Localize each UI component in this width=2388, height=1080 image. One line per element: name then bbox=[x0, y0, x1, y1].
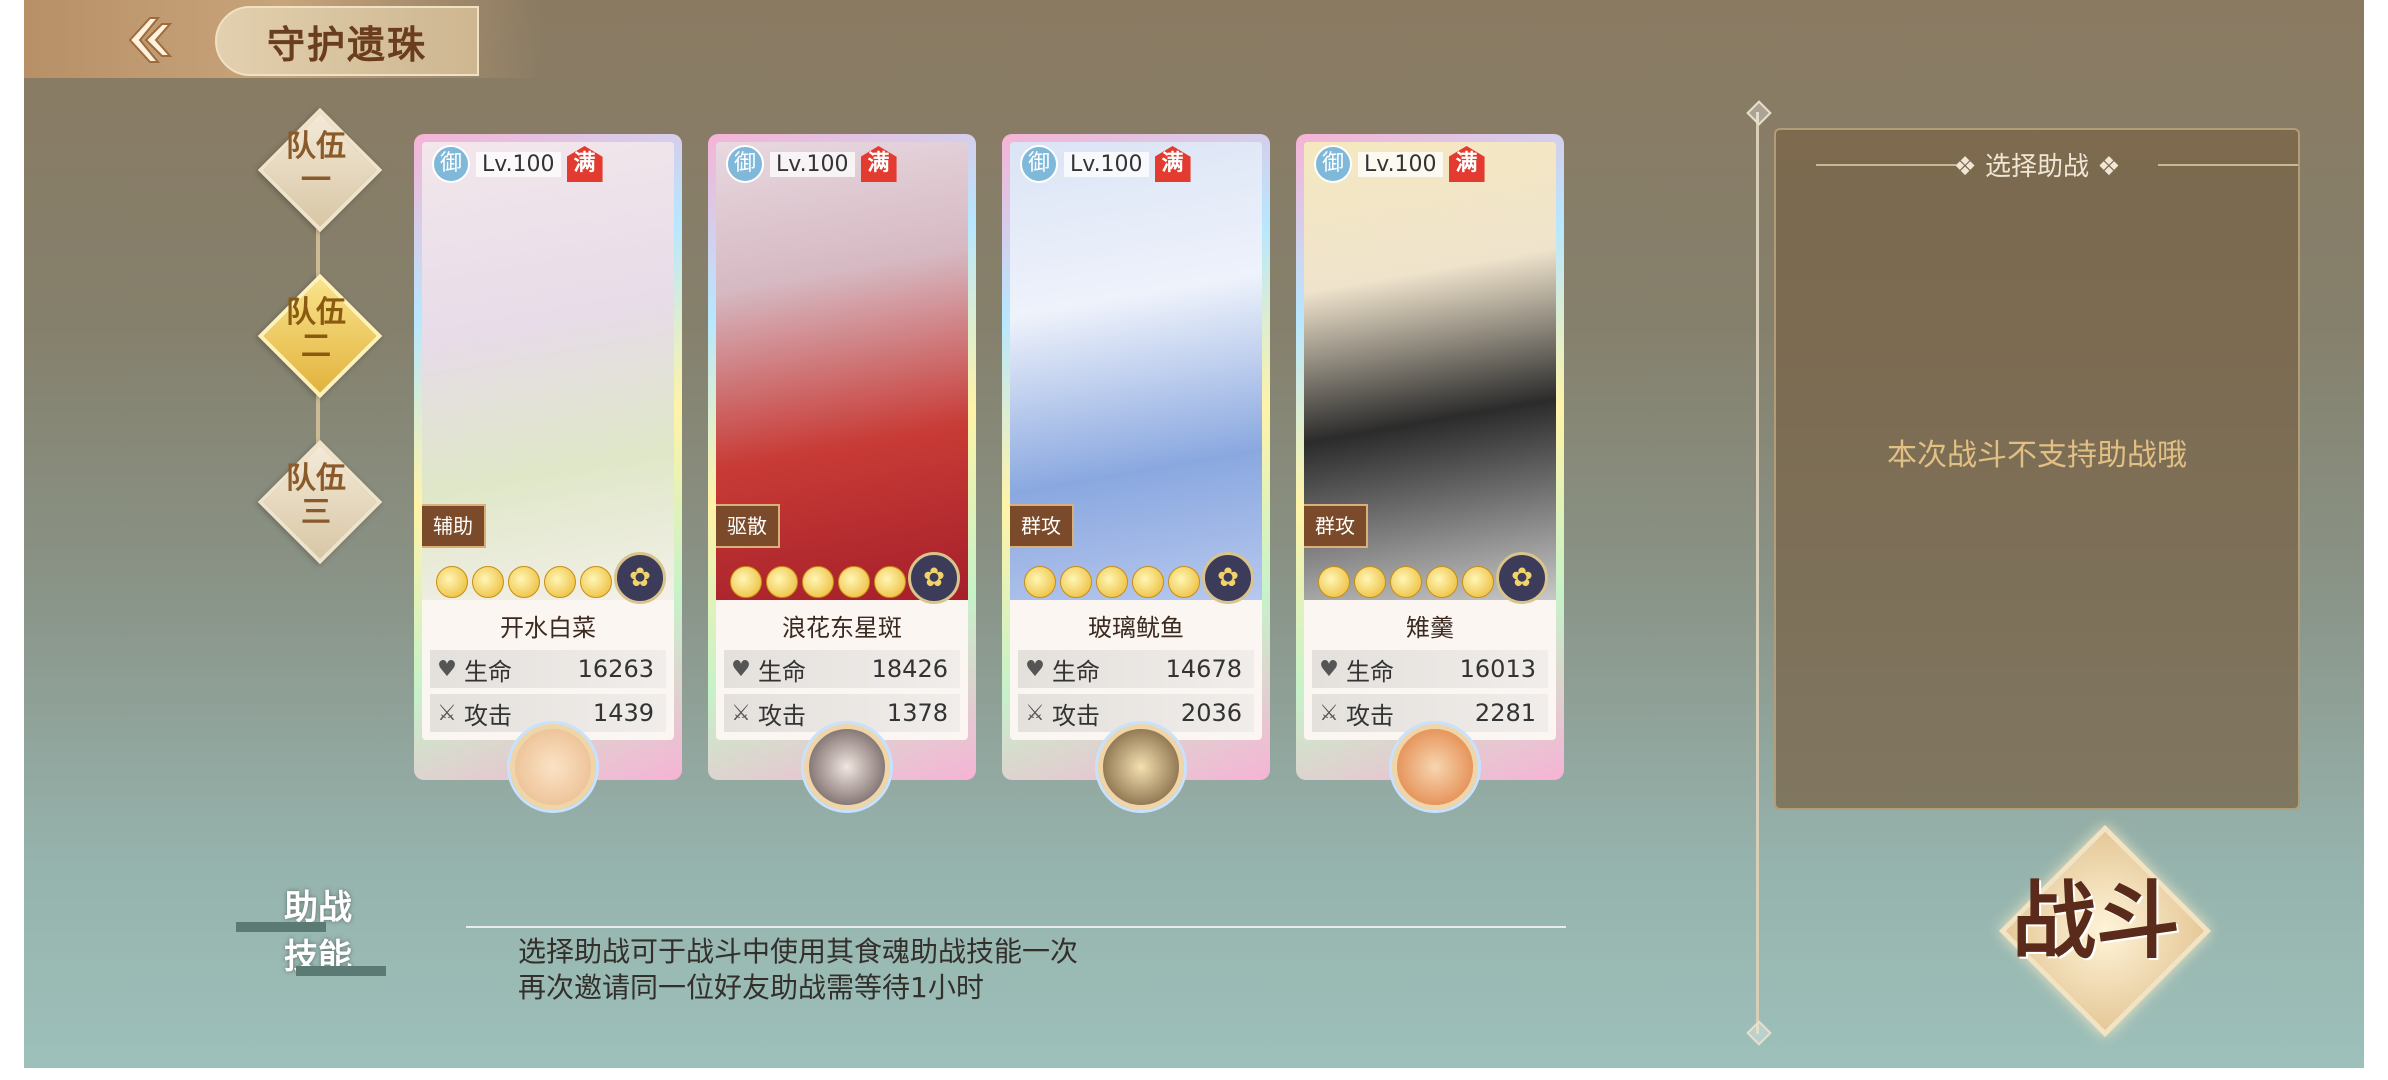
character-name: 开水白菜 bbox=[500, 614, 596, 642]
hp-label: 生命 bbox=[758, 657, 806, 686]
bottom-frame bbox=[0, 1068, 2388, 1080]
card-inner: 御 Lv.100 满 群攻 ✿ 雉羹 ♥ 生命 16013 ⚔ 攻击 2281 bbox=[1304, 142, 1556, 740]
rank-badge: 御 bbox=[726, 145, 764, 183]
sword-icon: ⚔ bbox=[1319, 700, 1339, 726]
fight-button-label: 战斗 bbox=[2012, 872, 2181, 970]
assist-select-panel[interactable]: ❖ 选择助战 ❖ 本次战斗不支持助战哦 bbox=[1774, 128, 2300, 810]
level-text: Lv.100 bbox=[1064, 151, 1149, 177]
heart-icon: ♥ bbox=[437, 656, 457, 682]
atk-value: 1378 bbox=[886, 699, 948, 727]
max-badge: 满 bbox=[1448, 146, 1485, 182]
chibi-avatar bbox=[1098, 724, 1184, 810]
team-tab-label: 队伍一 bbox=[286, 129, 346, 198]
left-frame bbox=[0, 0, 24, 1080]
assist-skill-title: 助战 技能 bbox=[236, 880, 386, 978]
role-badge: 驱散 bbox=[716, 504, 780, 548]
level-row: 御 Lv.100 满 bbox=[1314, 145, 1485, 183]
rank-badge: 御 bbox=[1020, 145, 1058, 183]
hp-row: ♥ 生命 16263 bbox=[430, 650, 666, 688]
atk-value: 2281 bbox=[1474, 699, 1536, 727]
assist-title-bar bbox=[296, 966, 386, 976]
character-name: 玻璃鱿鱼 bbox=[1088, 614, 1184, 642]
assist-unavailable-message: 本次战斗不支持助战哦 bbox=[1887, 438, 2187, 473]
atk-value: 2036 bbox=[1180, 699, 1242, 727]
card-inner: 御 Lv.100 满 群攻 ✿ 玻璃鱿鱼 ♥ 生命 14678 ⚔ 攻击 203… bbox=[1010, 142, 1262, 740]
chibi-avatar bbox=[804, 724, 890, 810]
assist-description: 选择助战可于战斗中使用其食魂助战技能一次 再次邀请同一位好友助战需等待1小时 bbox=[518, 934, 1078, 1006]
hp-row: ♥ 生命 14678 bbox=[1018, 650, 1254, 688]
chibi-avatar bbox=[510, 724, 596, 810]
rank-badge: 御 bbox=[432, 145, 470, 183]
team-tab-3[interactable]: 队伍三 bbox=[257, 439, 383, 565]
sword-icon: ⚔ bbox=[437, 700, 457, 726]
role-badge: 群攻 bbox=[1304, 504, 1368, 548]
hp-row: ♥ 生命 16013 bbox=[1312, 650, 1548, 688]
team-tab-2[interactable]: 队伍二 bbox=[257, 273, 383, 399]
assist-desc-line1: 选择助战可于战斗中使用其食魂助战技能一次 bbox=[518, 935, 1079, 968]
hp-value: 16263 bbox=[577, 655, 654, 683]
card-inner: 御 Lv.100 满 驱散 ✿ 浪花东星斑 ♥ 生命 18426 ⚔ 攻击 13… bbox=[716, 142, 968, 740]
page-title: 守护遗珠 bbox=[215, 6, 479, 76]
level-row: 御 Lv.100 满 bbox=[1020, 145, 1191, 183]
element-flower-icon: ✿ bbox=[908, 552, 960, 604]
max-badge: 满 bbox=[566, 146, 603, 182]
page-title-text: 守护遗珠 bbox=[266, 22, 427, 67]
card-inner: 御 Lv.100 满 辅助 ✿ 开水白菜 ♥ 生命 16263 ⚔ 攻击 143… bbox=[422, 142, 674, 740]
hp-label: 生命 bbox=[1346, 657, 1394, 686]
back-arrow-icon bbox=[128, 17, 173, 63]
sword-icon: ⚔ bbox=[731, 700, 751, 726]
atk-value: 1439 bbox=[592, 699, 654, 727]
vertical-divider bbox=[1756, 112, 1759, 1034]
element-flower-icon: ✿ bbox=[1202, 552, 1254, 604]
role-badge: 群攻 bbox=[1010, 504, 1074, 548]
hp-label: 生命 bbox=[1052, 657, 1100, 686]
hp-value: 18426 bbox=[871, 655, 948, 683]
heart-icon: ♥ bbox=[731, 656, 751, 682]
character-card-2[interactable]: 御 Lv.100 满 驱散 ✿ 浪花东星斑 ♥ 生命 18426 ⚔ 攻击 13… bbox=[708, 134, 976, 810]
assist-desc-line2: 再次邀请同一位好友助战需等待1小时 bbox=[518, 971, 984, 1004]
role-badge: 辅助 bbox=[422, 504, 486, 548]
assist-title-bar bbox=[236, 922, 326, 932]
character-card-4[interactable]: 御 Lv.100 满 群攻 ✿ 雉羹 ♥ 生命 16013 ⚔ 攻击 2281 bbox=[1296, 134, 1564, 810]
heart-icon: ♥ bbox=[1025, 656, 1045, 682]
level-text: Lv.100 bbox=[1358, 151, 1443, 177]
right-frame bbox=[2364, 0, 2388, 1080]
max-badge: 满 bbox=[860, 146, 897, 182]
back-button[interactable] bbox=[120, 12, 180, 68]
character-name: 浪花东星斑 bbox=[782, 614, 902, 642]
element-flower-icon: ✿ bbox=[614, 552, 666, 604]
level-row: 御 Lv.100 满 bbox=[432, 145, 603, 183]
team-tab-label: 队伍二 bbox=[286, 295, 346, 364]
fight-button[interactable]: 战斗 bbox=[1998, 824, 2212, 1038]
team-tab-label: 队伍三 bbox=[286, 461, 346, 530]
character-name: 雉羹 bbox=[1406, 614, 1454, 642]
hp-value: 14678 bbox=[1165, 655, 1242, 683]
rank-badge: 御 bbox=[1314, 145, 1352, 183]
heart-icon: ♥ bbox=[1319, 656, 1339, 682]
max-badge: 满 bbox=[1154, 146, 1191, 182]
divider-tip-top bbox=[1746, 100, 1772, 126]
hp-label: 生命 bbox=[464, 657, 512, 686]
character-card-3[interactable]: 御 Lv.100 满 群攻 ✿ 玻璃鱿鱼 ♥ 生命 14678 ⚔ 攻击 203… bbox=[1002, 134, 1270, 810]
team-tab-1[interactable]: 队伍一 bbox=[257, 107, 383, 233]
hp-row: ♥ 生命 18426 bbox=[724, 650, 960, 688]
assist-panel-title: ❖ 选择助战 ❖ bbox=[1953, 152, 2121, 182]
level-text: Lv.100 bbox=[770, 151, 855, 177]
sword-icon: ⚔ bbox=[1025, 700, 1045, 726]
character-card-1[interactable]: 御 Lv.100 满 辅助 ✿ 开水白菜 ♥ 生命 16263 ⚔ 攻击 143… bbox=[414, 134, 682, 810]
level-row: 御 Lv.100 满 bbox=[726, 145, 897, 183]
level-text: Lv.100 bbox=[476, 151, 561, 177]
element-flower-icon: ✿ bbox=[1496, 552, 1548, 604]
divider-tip-bottom bbox=[1746, 1020, 1772, 1046]
chibi-avatar bbox=[1392, 724, 1478, 810]
hp-value: 16013 bbox=[1459, 655, 1536, 683]
assist-divider-line bbox=[466, 926, 1566, 928]
